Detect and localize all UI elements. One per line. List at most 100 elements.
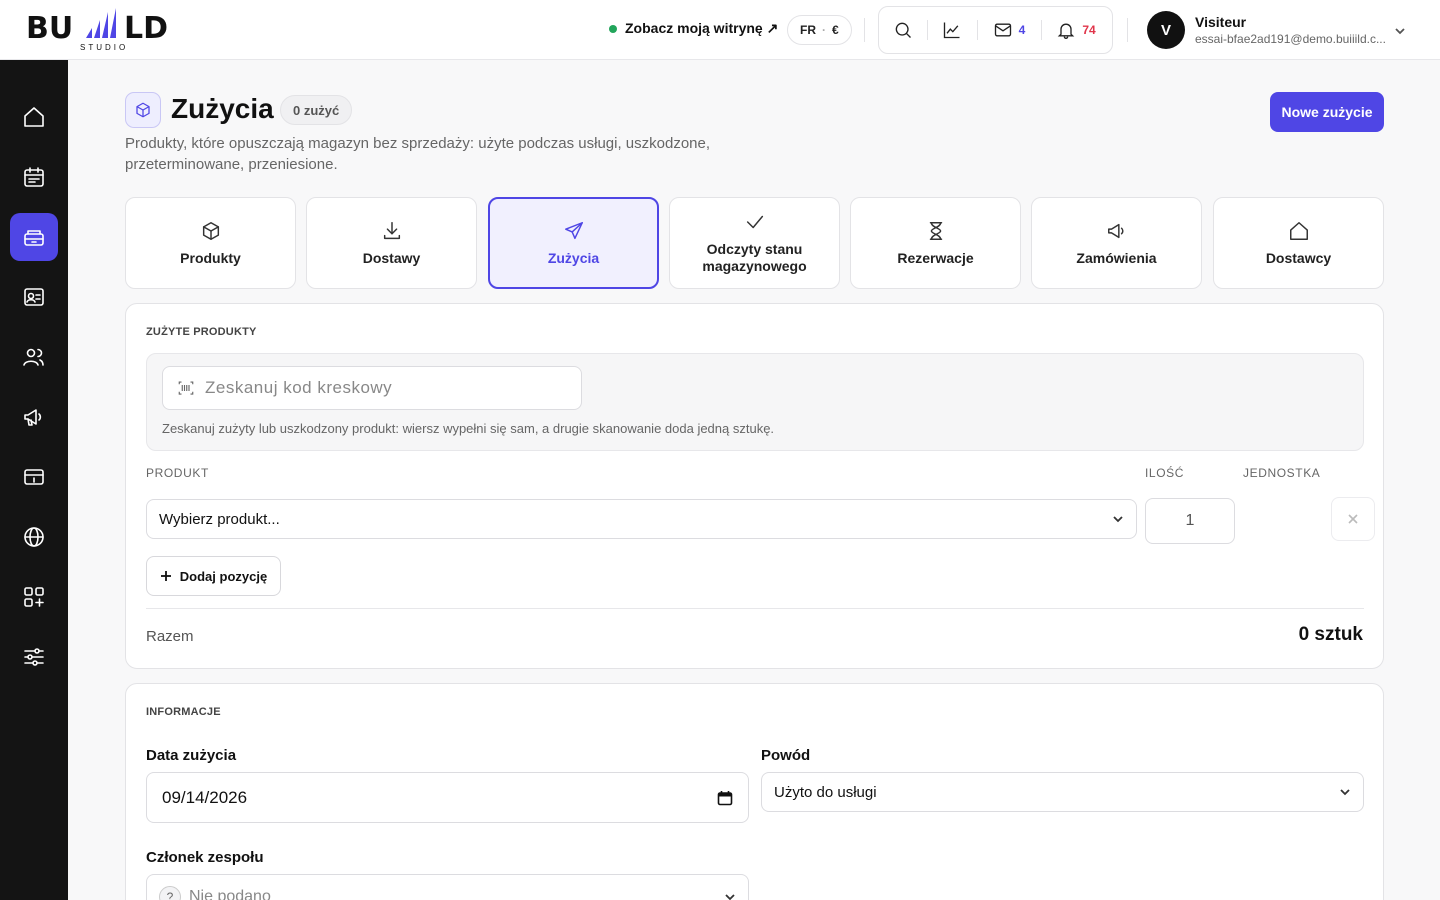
megaphone-icon (1107, 223, 1124, 238)
sidebar-item-team[interactable] (10, 333, 58, 381)
barcode-input-wrapper[interactable] (162, 366, 582, 410)
separator-dot: · (822, 23, 826, 37)
user-menu[interactable]: V Visiteur essai-bfae2ad191@demo.buiiild… (1147, 11, 1387, 49)
sidebar-item-home[interactable] (10, 93, 58, 141)
apps-add-icon (24, 587, 44, 607)
usage-date-value: 09/14/2026 (162, 787, 248, 807)
svg-text:STUDIO: STUDIO (80, 43, 128, 52)
notification-count: 74 (1082, 23, 1096, 37)
view-site-link[interactable]: Zobacz moją witrynę ↗ (609, 20, 778, 37)
user-info: Visiteur essai-bfae2ad191@demo.buiiild.c… (1195, 14, 1387, 46)
search-icon (895, 22, 911, 38)
avatar: V (1147, 11, 1185, 49)
tab-reservations[interactable]: Rezerwacje (850, 197, 1021, 289)
page-title: Zużycia (171, 93, 274, 124)
column-header-product: PRODUKT (146, 466, 209, 480)
page-icon (125, 92, 161, 128)
chevron-down-icon (725, 894, 735, 900)
logo[interactable]: BU LD STUDIO (26, 8, 186, 52)
home-icon (24, 107, 44, 127)
reason-label: Powód (761, 747, 811, 764)
tab-suppliers[interactable]: Dostawcy (1213, 197, 1384, 289)
tab-label: Dostawy (362, 249, 421, 266)
tab-usages[interactable]: Zużycia (488, 197, 659, 289)
product-select-value: Wybierz produkt... (159, 510, 280, 528)
sidebar-item-payments[interactable] (10, 453, 58, 501)
section-title: ZUŻYTE PRODUKTY (146, 326, 257, 338)
chevron-down-icon (1340, 789, 1350, 796)
check-icon (746, 215, 763, 229)
total-value: 0 sztuk (1298, 624, 1363, 645)
home-icon (1289, 221, 1308, 240)
chevron-down-icon (1395, 28, 1405, 35)
mail-count: 4 (1018, 23, 1026, 37)
unknown-avatar-icon: ? (159, 886, 181, 900)
contact-card-icon (24, 288, 44, 306)
count-badge: 0 zużyć (280, 95, 353, 125)
team-member-select[interactable]: ? Nie podano (146, 874, 749, 900)
tab-label: Rezerwacje (897, 249, 974, 266)
top-bar: BU LD STUDIO Zobacz moją witrynę ↗ FR · … (0, 0, 1440, 60)
divider (146, 608, 1364, 609)
tab-label: Odczyty stanu magazynowego (702, 241, 807, 274)
calendar-icon (24, 167, 44, 187)
divider (864, 18, 865, 42)
column-header-quantity: ILOŚĆ (1145, 466, 1185, 480)
quantity-input[interactable]: 1 (1145, 498, 1235, 544)
logo-mark: BU LD STUDIO (26, 8, 168, 52)
notifications-button[interactable]: 74 (1041, 6, 1111, 54)
sidebar-item-inventory[interactable] (10, 213, 58, 261)
svg-text:BU: BU (26, 11, 73, 46)
calendar-icon[interactable] (717, 790, 733, 806)
mail-icon (994, 23, 1011, 37)
reason-select-value: Użyto do usługi (774, 783, 877, 801)
tab-label: Dostawcy (1265, 249, 1332, 266)
sidebar-item-website[interactable] (10, 513, 58, 561)
information-card: INFORMACJE Data zużycia 09/14/2026 Powód… (125, 683, 1384, 900)
tab-deliveries[interactable]: Dostawy (306, 197, 477, 289)
megaphone-icon (24, 409, 42, 426)
quick-actions: 4 74 (878, 6, 1113, 54)
add-row-label: Dodaj pozycję (179, 568, 268, 584)
scan-hint: Zeskanuj zużyty lub uszkodzony produkt: … (162, 421, 775, 436)
barcode-scan-area: Zeskanuj zużyty lub uszkodzony produkt: … (146, 353, 1364, 451)
usage-date-input[interactable]: 09/14/2026 (146, 772, 749, 823)
new-usage-button[interactable]: Nowe zużycie (1270, 92, 1384, 132)
tab-orders[interactable]: Zamówienia (1031, 197, 1202, 289)
user-name: Visiteur (1195, 14, 1247, 30)
team-member-label: Członek zespołu (146, 849, 264, 866)
payment-card-icon (24, 469, 44, 485)
total-label: Razem (146, 628, 194, 645)
search-button[interactable] (879, 6, 927, 54)
sidebar-item-marketing[interactable] (10, 393, 58, 441)
sidebar-item-settings[interactable] (10, 633, 58, 681)
section-title: INFORMACJE (146, 706, 221, 718)
add-row-button[interactable]: Dodaj pozycję (146, 556, 281, 596)
sidebar-item-calendar[interactable] (10, 153, 58, 201)
globe-icon (24, 527, 44, 547)
used-products-card: ZUŻYTE PRODUKTY Zeskanuj zużyty lub uszk… (125, 303, 1384, 669)
barcode-input[interactable] (205, 378, 565, 398)
tab-label: Zużycia (547, 249, 600, 266)
download-icon (383, 221, 400, 239)
product-select[interactable]: Wybierz produkt... (146, 499, 1137, 539)
chart-line-icon (943, 22, 960, 39)
currency-symbol: € (832, 23, 839, 37)
svg-text:LD: LD (124, 11, 168, 46)
messages-button[interactable]: 4 (977, 6, 1041, 54)
online-status-dot (609, 24, 617, 33)
send-icon (564, 221, 583, 239)
tab-products[interactable]: Produkty (125, 197, 296, 289)
usage-date-label: Data zużycia (146, 747, 237, 764)
user-menu-chevron[interactable] (1394, 24, 1406, 36)
sidebar-item-contacts[interactable] (10, 273, 58, 321)
sidebar-item-apps[interactable] (10, 573, 58, 621)
reason-select[interactable]: Użyto do usługi (761, 772, 1364, 812)
stats-button[interactable] (927, 6, 977, 54)
tab-stock-readings[interactable]: Odczyty stanu magazynowego (669, 197, 840, 289)
box-icon (136, 102, 150, 118)
language-currency-selector[interactable]: FR · € (787, 15, 852, 45)
inventory-icon (24, 230, 44, 246)
column-header-unit: JEDNOSTKA (1243, 466, 1321, 480)
remove-row-button[interactable] (1331, 497, 1375, 541)
